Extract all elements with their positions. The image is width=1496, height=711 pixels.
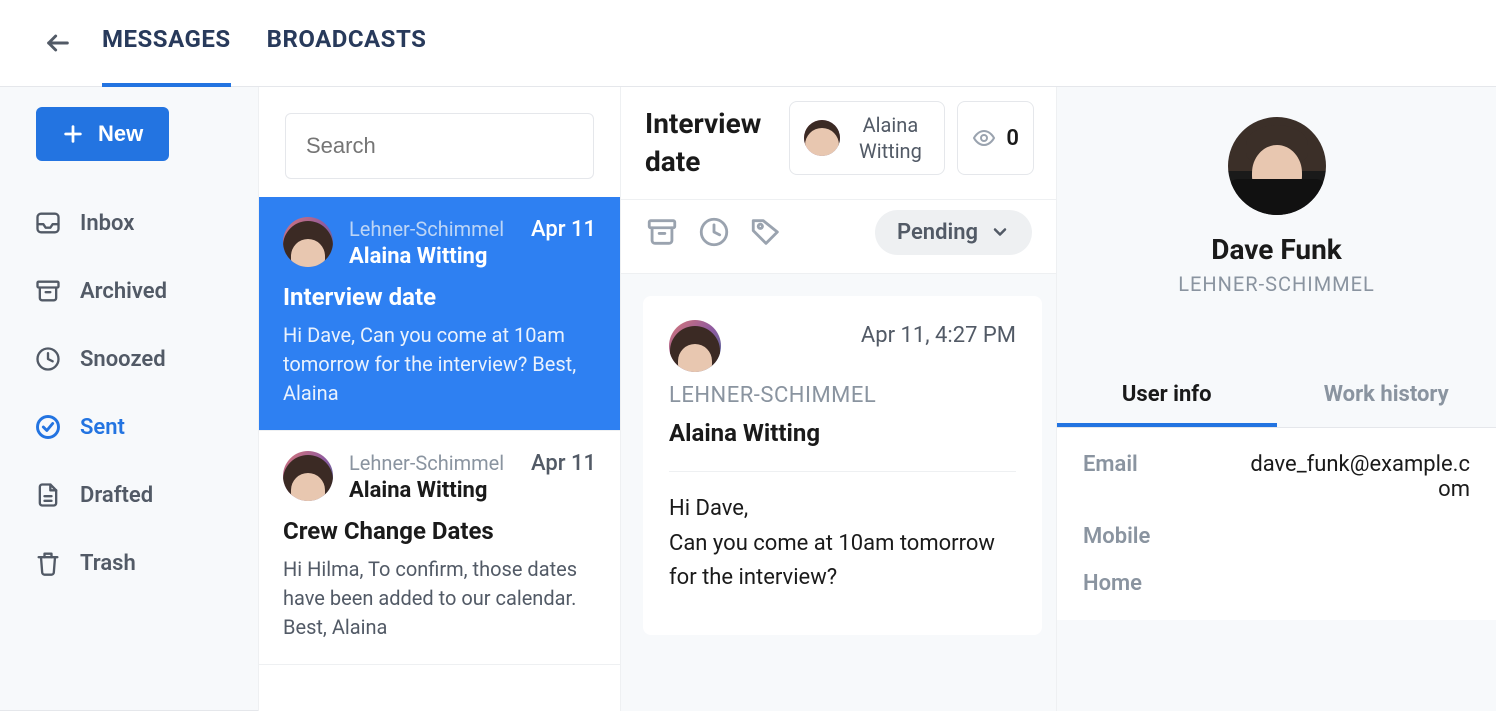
sidebar: New Inbox Archived Snoozed Sent Drafted … bbox=[0, 87, 258, 711]
avatar bbox=[804, 120, 840, 156]
thread-column: Interview date Alaina Witting 0 bbox=[620, 87, 1056, 711]
message-company-upper: LEHNER-SCHIMMEL bbox=[669, 380, 1016, 412]
tab-messages[interactable]: MESSAGES bbox=[102, 0, 231, 87]
profile-name: Dave Funk bbox=[1211, 233, 1341, 266]
field-label-email: Email bbox=[1083, 452, 1138, 477]
trash-icon bbox=[34, 549, 62, 577]
search-box[interactable] bbox=[285, 113, 594, 179]
chevron-down-icon bbox=[990, 222, 1010, 242]
message-timestamp: Apr 11, 4:27 PM bbox=[737, 320, 1016, 352]
document-icon bbox=[34, 481, 62, 509]
search-input[interactable] bbox=[306, 133, 594, 159]
message-body: Hi Dave, Can you come at 10am tomorrow f… bbox=[669, 492, 1016, 594]
inbox-icon bbox=[34, 209, 62, 237]
tab-user-info[interactable]: User info bbox=[1057, 366, 1277, 427]
sidebar-item-label: Trash bbox=[80, 551, 136, 576]
message-sender: Alaina Witting bbox=[669, 419, 1016, 447]
tab-work-history[interactable]: Work history bbox=[1277, 366, 1496, 427]
avatar bbox=[669, 320, 721, 372]
message-sender: Alaina Witting bbox=[349, 244, 596, 269]
sidebar-item-label: Drafted bbox=[80, 483, 153, 508]
tag-action-icon[interactable] bbox=[749, 215, 783, 249]
message-preview: Hi Hilma, To confirm, those dates have b… bbox=[283, 555, 596, 642]
profile-tabs: User info Work history bbox=[1057, 366, 1496, 428]
status-label: Pending bbox=[897, 220, 978, 245]
participant-name: Alaina Witting bbox=[850, 112, 930, 164]
tab-broadcasts[interactable]: BROADCASTS bbox=[267, 0, 427, 87]
thread-header: Interview date Alaina Witting 0 bbox=[621, 87, 1056, 200]
message-date: Apr 11 bbox=[531, 451, 596, 476]
message-preview: Hi Dave, Can you come at 10am tomorrow f… bbox=[283, 321, 596, 408]
view-count-chip[interactable]: 0 bbox=[957, 101, 1034, 175]
new-button-label: New bbox=[98, 121, 143, 147]
archive-icon bbox=[34, 277, 62, 305]
message-subject: Interview date bbox=[283, 283, 596, 311]
avatar bbox=[283, 217, 333, 267]
field-label-home: Home bbox=[1083, 571, 1142, 596]
message-list-column: Lehner-Schimmel Apr 11 Alaina Witting In… bbox=[258, 87, 620, 711]
sidebar-item-drafted[interactable]: Drafted bbox=[20, 461, 238, 529]
thread-body[interactable]: Apr 11, 4:27 PM LEHNER-SCHIMMEL Alaina W… bbox=[621, 274, 1056, 711]
sidebar-item-label: Sent bbox=[80, 415, 125, 440]
sidebar-item-archived[interactable]: Archived bbox=[20, 257, 238, 325]
message-list-item[interactable]: Lehner-Schimmel Apr 11 Alaina Witting In… bbox=[259, 197, 620, 431]
thread-actions: Pending bbox=[621, 200, 1056, 274]
message-company: Lehner-Schimmel bbox=[349, 451, 504, 475]
check-circle-icon bbox=[34, 413, 62, 441]
message-card: Apr 11, 4:27 PM LEHNER-SCHIMMEL Alaina W… bbox=[643, 296, 1042, 635]
message-sender: Alaina Witting bbox=[349, 478, 596, 503]
sidebar-item-trash[interactable]: Trash bbox=[20, 529, 238, 597]
sidebar-item-inbox[interactable]: Inbox bbox=[20, 189, 238, 257]
new-button[interactable]: New bbox=[36, 107, 169, 161]
view-count: 0 bbox=[1006, 126, 1019, 151]
participant-chip[interactable]: Alaina Witting bbox=[789, 101, 945, 175]
sidebar-item-sent[interactable]: Sent bbox=[20, 393, 238, 461]
field-value-email: dave_funk@example.com bbox=[1240, 452, 1470, 502]
profile-avatar bbox=[1228, 117, 1326, 215]
sidebar-item-label: Snoozed bbox=[80, 347, 166, 372]
message-subject: Crew Change Dates bbox=[283, 517, 596, 545]
field-label-mobile: Mobile bbox=[1083, 524, 1150, 549]
back-arrow-icon[interactable] bbox=[44, 29, 72, 57]
status-dropdown[interactable]: Pending bbox=[875, 210, 1032, 255]
top-bar: MESSAGES BROADCASTS bbox=[0, 0, 1496, 87]
avatar bbox=[283, 451, 333, 501]
user-info-panel: Email dave_funk@example.com Mobile Home bbox=[1057, 428, 1496, 620]
message-company: Lehner-Schimmel bbox=[349, 217, 504, 241]
archive-action-icon[interactable] bbox=[645, 215, 679, 249]
message-list-item[interactable]: Lehner-Schimmel Apr 11 Alaina Witting Cr… bbox=[259, 431, 620, 665]
sidebar-item-label: Archived bbox=[80, 279, 167, 304]
profile-column: Dave Funk LEHNER-SCHIMMEL User info Work… bbox=[1056, 87, 1496, 711]
sidebar-item-label: Inbox bbox=[80, 211, 134, 236]
eye-icon bbox=[972, 126, 996, 150]
snooze-action-icon[interactable] bbox=[697, 215, 731, 249]
profile-company: LEHNER-SCHIMMEL bbox=[1178, 272, 1375, 296]
sidebar-item-snoozed[interactable]: Snoozed bbox=[20, 325, 238, 393]
clock-icon bbox=[34, 345, 62, 373]
message-date: Apr 11 bbox=[531, 217, 596, 242]
